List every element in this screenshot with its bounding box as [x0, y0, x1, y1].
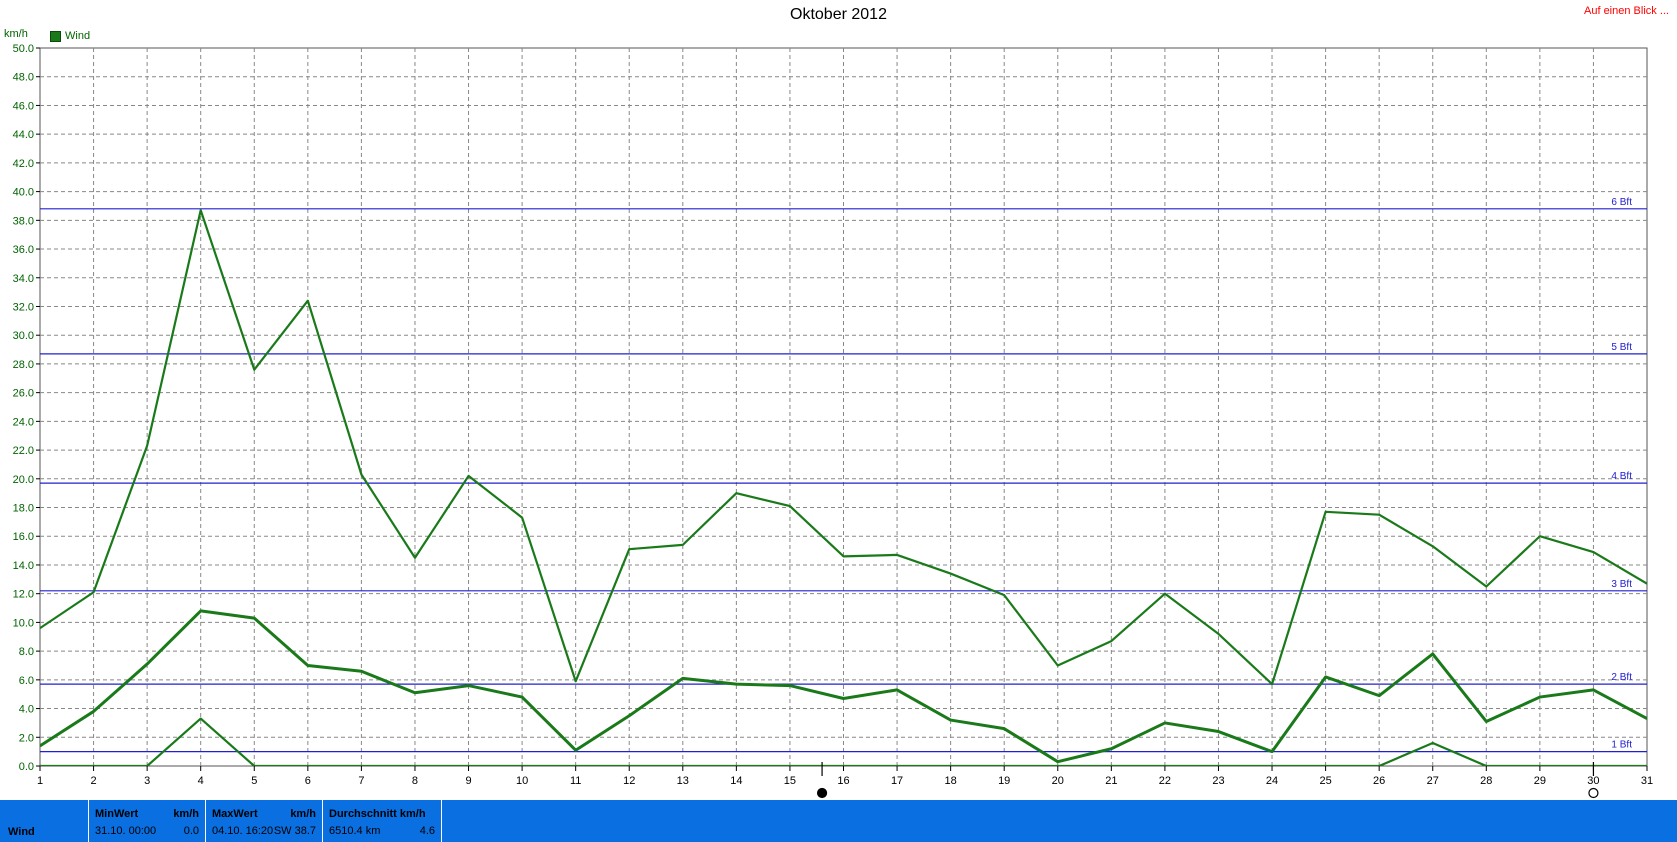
y-tick-label: 26.0	[13, 388, 34, 400]
min-unit: km/h	[173, 808, 199, 820]
y-axis-unit: km/h	[4, 28, 28, 40]
x-tick-label: 31	[1641, 775, 1653, 787]
x-tick-label: 3	[144, 775, 150, 787]
y-tick-label: 2.0	[19, 732, 34, 744]
max-header: MaxWert	[212, 808, 258, 820]
chart-title: Oktober 2012	[790, 6, 887, 23]
x-tick-label: 23	[1212, 775, 1224, 787]
y-tick-label: 16.0	[13, 531, 34, 543]
max-date: 04.10. 16:20	[212, 825, 274, 837]
y-tick-label: 32.0	[13, 301, 34, 313]
y-tick-label: 30.0	[13, 330, 34, 342]
y-tick-label: 48.0	[13, 72, 34, 84]
y-tick-label: 22.0	[13, 445, 34, 457]
min-date: 31.10. 00:00	[95, 825, 157, 837]
x-tick-label: 19	[998, 775, 1010, 787]
beaufort-label: 1 Bft	[1611, 740, 1632, 751]
max-value: SW 38.7	[273, 825, 316, 837]
x-tick-label: 1	[37, 775, 43, 787]
beaufort-label: 3 Bft	[1611, 579, 1632, 590]
x-tick-label: 13	[677, 775, 689, 787]
x-tick-label: 5	[251, 775, 257, 787]
y-tick-label: 10.0	[13, 617, 34, 629]
min-header: MinWert	[95, 808, 139, 820]
overview-link[interactable]: Auf einen Blick ...	[1584, 5, 1669, 17]
x-tick-label: 30	[1587, 775, 1599, 787]
y-tick-label: 6.0	[19, 675, 34, 687]
x-tick-label: 9	[465, 775, 471, 787]
x-tick-label: 6	[305, 775, 311, 787]
legend: Wind	[50, 30, 90, 42]
x-tick-label: 15	[784, 775, 796, 787]
x-tick-label: 12	[623, 775, 635, 787]
y-tick-label: 12.0	[13, 589, 34, 601]
beaufort-label: 6 Bft	[1611, 197, 1632, 208]
y-tick-label: 24.0	[13, 416, 34, 428]
y-tick-label: 46.0	[13, 100, 34, 112]
y-tick-label: 28.0	[13, 359, 34, 371]
x-tick-label: 11	[570, 775, 581, 787]
x-tick-label: 29	[1534, 775, 1546, 787]
max-value-cell: MaxWert km/h 04.10. 16:20 SW 38.7	[205, 800, 322, 842]
average-header: Durchschnitt km/h	[329, 808, 426, 820]
x-tick-label: 14	[730, 775, 742, 787]
y-tick-label: 4.0	[19, 704, 34, 716]
wind-chart: 0.0 2.0 4.0 6.0 8.0 10.0 12.0 14.0 16.0 18.0 20.0 2…	[13, 43, 1653, 799]
x-tick-label: 21	[1105, 775, 1117, 787]
x-tick-label: 7	[358, 775, 364, 787]
summary-row-label: Wind	[8, 826, 35, 838]
x-tick-label: 26	[1373, 775, 1385, 787]
beaufort-label: 4 Bft	[1611, 471, 1632, 482]
x-tick-label: 10	[516, 775, 528, 787]
legend-swatch	[50, 30, 61, 42]
y-tick-label: 36.0	[13, 244, 34, 256]
x-tick-label: 2	[91, 775, 97, 787]
y-tick-label: 18.0	[13, 503, 34, 515]
x-tick-label: 17	[891, 775, 903, 787]
y-tick-label: 42.0	[13, 158, 34, 170]
x-tick-label: 25	[1319, 775, 1331, 787]
distance-value: 6510.4 km	[329, 825, 381, 837]
average-value-cell: Durchschnitt km/h 6510.4 km 4.6	[322, 800, 442, 842]
y-tick-label: 14.0	[13, 560, 34, 572]
x-tick-label: 4	[198, 775, 204, 787]
max-unit: km/h	[290, 808, 316, 820]
min-value: 0.0	[183, 825, 199, 837]
x-tick-label: 22	[1159, 775, 1171, 787]
y-tick-label: 38.0	[13, 215, 34, 227]
legend-label: Wind	[65, 30, 91, 42]
min-value-cell: MinWert km/h 31.10. 00:00 0.0	[88, 800, 205, 842]
average-value: 4.6	[419, 825, 435, 837]
y-tick-label: 44.0	[13, 129, 34, 141]
y-tick-label: 40.0	[13, 187, 34, 199]
y-tick-label: 34.0	[13, 273, 34, 285]
y-tick-label: 20.0	[13, 474, 34, 486]
x-tick-label: 20	[1052, 775, 1064, 787]
x-tick-label: 16	[837, 775, 849, 787]
beaufort-label: 5 Bft	[1611, 342, 1632, 353]
x-tick-label: 8	[412, 775, 418, 787]
x-tick-label: 27	[1427, 775, 1439, 787]
x-tick-label: 18	[945, 775, 957, 787]
y-tick-label: 0.0	[19, 761, 34, 773]
x-tick-label: 24	[1266, 775, 1278, 787]
y-tick-label: 50.0	[13, 43, 34, 55]
beaufort-label: 2 Bft	[1611, 672, 1632, 683]
full-moon-icon	[1588, 787, 1599, 799]
new-moon-icon	[816, 787, 828, 799]
summary-bar: Wind MinWert km/h 31.10. 00:00 0.0 MaxWe…	[0, 800, 1677, 842]
x-tick-label: 28	[1480, 775, 1492, 787]
y-tick-label: 8.0	[19, 646, 34, 658]
